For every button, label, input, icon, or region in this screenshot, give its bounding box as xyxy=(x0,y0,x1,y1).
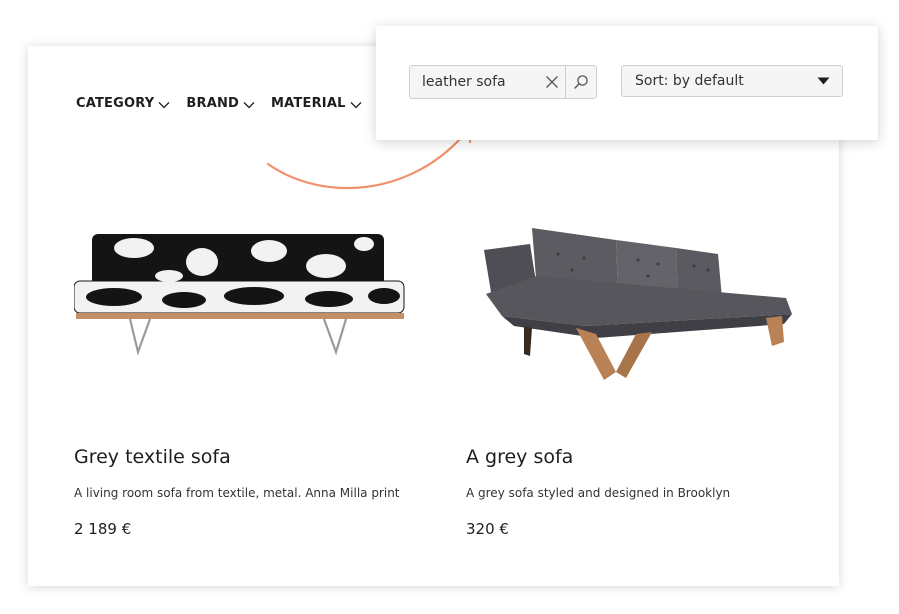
product-price: 2 189 € xyxy=(74,520,132,538)
product-image[interactable] xyxy=(73,196,444,396)
filter-brand-label: BRAND xyxy=(186,96,240,111)
patterned-sofa-image xyxy=(73,234,405,356)
filter-material-label: MATERIAL xyxy=(271,96,346,111)
product-description: A grey sofa styled and designed in Brook… xyxy=(466,486,731,500)
filter-material[interactable]: MATERIAL xyxy=(271,96,362,111)
chevron-down-icon xyxy=(243,101,255,108)
chevron-down-icon xyxy=(350,101,362,108)
product-title[interactable]: Grey textile sofa xyxy=(74,446,231,468)
filter-brand[interactable]: BRAND xyxy=(186,96,255,111)
search-input[interactable] xyxy=(410,74,540,90)
chevron-down-icon xyxy=(158,101,170,108)
caret-down-icon xyxy=(817,77,830,85)
search-icon xyxy=(574,75,588,89)
product-title[interactable]: A grey sofa xyxy=(466,446,573,468)
clear-search-button[interactable] xyxy=(540,66,565,98)
sort-selected-value: Sort: by default xyxy=(635,73,744,89)
sort-select[interactable]: Sort: by default xyxy=(621,65,843,97)
filter-category[interactable]: CATEGORY xyxy=(76,96,170,111)
product-price: 320 € xyxy=(466,520,509,538)
product-image[interactable] xyxy=(466,196,836,396)
product-description: A living room sofa from textile, metal. … xyxy=(74,486,400,500)
product-card[interactable]: A grey sofa A grey sofa styled and desig… xyxy=(466,196,836,538)
grey-sofa-image xyxy=(484,228,792,380)
product-card[interactable]: Grey textile sofa A living room sofa fro… xyxy=(73,196,444,538)
filter-category-label: CATEGORY xyxy=(76,96,155,111)
search-box xyxy=(409,65,597,99)
search-button[interactable] xyxy=(564,66,596,98)
search-sort-toolbar: Sort: by default xyxy=(376,26,878,140)
filter-bar: CATEGORY BRAND MATERIAL xyxy=(76,96,362,111)
close-icon xyxy=(546,76,559,88)
